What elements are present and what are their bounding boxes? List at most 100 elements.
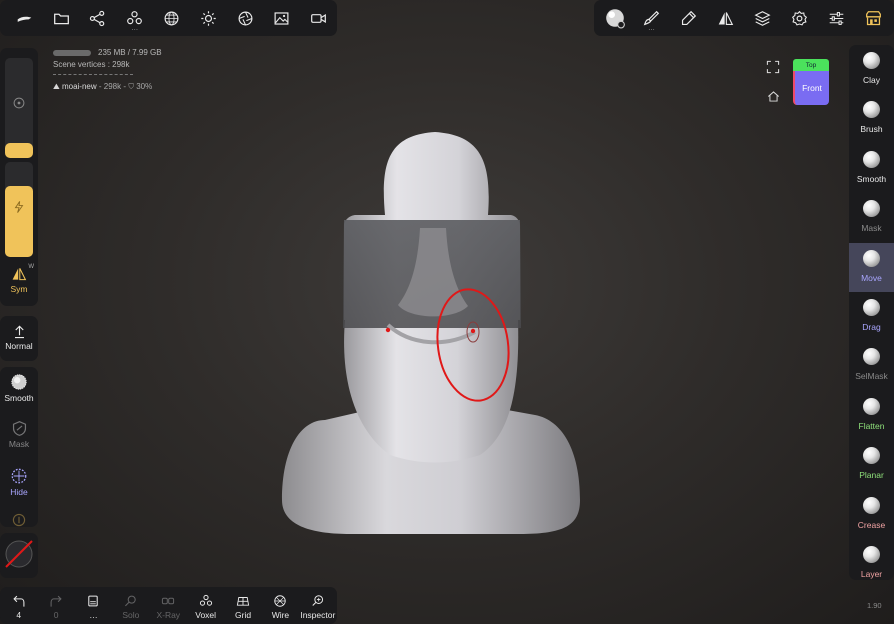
store-button[interactable] <box>855 0 892 36</box>
normal-button[interactable]: Normal <box>0 324 38 351</box>
voxel-label: Voxel <box>195 610 217 620</box>
hide-quick-button[interactable]: Hide <box>0 467 38 497</box>
color-picker-button[interactable] <box>0 539 38 569</box>
tool-sphere-icon <box>863 200 880 218</box>
tool-clay[interactable]: Clay <box>849 45 894 94</box>
moai-model-render <box>282 132 580 534</box>
smooth-quick-button[interactable]: Smooth <box>0 373 38 403</box>
history-button[interactable]: … <box>75 587 112 624</box>
undo-button[interactable]: 4 <box>0 587 37 624</box>
background-image-button[interactable] <box>263 0 300 36</box>
active-mesh[interactable]: ⛰ moai-new - 298k - ⛉ 30% <box>53 81 162 93</box>
pointer-arrow-button[interactable] <box>6 0 43 36</box>
xray-glasses-icon <box>162 597 175 605</box>
tool-flatten[interactable]: Flatten <box>849 391 894 440</box>
tool-sphere-icon <box>863 348 880 366</box>
voxel-icon <box>199 594 212 606</box>
interface-settings-button[interactable] <box>818 0 855 36</box>
more-dots: … <box>648 25 655 32</box>
stroke-pen-icon <box>681 10 697 25</box>
primitives-button[interactable]: … <box>116 0 153 36</box>
lighting-button[interactable] <box>190 0 227 36</box>
wire-button[interactable]: Wire <box>262 587 299 624</box>
files-button[interactable] <box>43 0 80 36</box>
tool-label: Layer <box>860 569 883 579</box>
home-icon[interactable] <box>767 90 780 103</box>
solo-label: Solo <box>122 610 140 620</box>
stroke-button[interactable] <box>670 0 707 36</box>
tool-planar[interactable]: Planar <box>849 440 894 489</box>
tool-crease[interactable]: Crease <box>849 490 894 539</box>
redo-count: 0 <box>53 610 59 620</box>
more-dots: … <box>131 25 139 32</box>
tool-label: Mask <box>861 223 882 234</box>
memory-bar <box>53 49 91 56</box>
settings-button[interactable] <box>781 0 818 36</box>
camera-button[interactable] <box>300 0 337 36</box>
left-normal-panel: Normal <box>0 316 38 361</box>
view-cube-front[interactable]: Front <box>793 71 829 105</box>
left-sliders-panel: Sym W <box>0 48 38 306</box>
settings-gear-icon <box>791 10 808 26</box>
voxel-button[interactable]: Voxel <box>187 587 224 624</box>
mesh-icon: ⛰ <box>53 82 60 91</box>
radius-slider[interactable] <box>5 58 33 158</box>
more-dots: … <box>89 610 98 620</box>
more-tools-button[interactable] <box>0 512 38 528</box>
tool-smooth[interactable]: Smooth <box>849 144 894 193</box>
redo-button[interactable]: 0 <box>37 587 74 624</box>
tool-layer[interactable]: Layer <box>849 539 894 580</box>
mesh-name: moai-new <box>61 82 97 91</box>
tool-sphere-icon <box>863 150 880 168</box>
layers-button[interactable] <box>744 0 781 36</box>
magnifier-icon <box>124 595 136 607</box>
tool-label: Planar <box>859 470 884 481</box>
mask-quick-button[interactable]: Mask <box>0 420 38 449</box>
tool-drag[interactable]: Drag <box>849 292 894 341</box>
inspector-button[interactable]: Inspector <box>299 587 336 624</box>
intensity-slider-fill <box>5 185 33 257</box>
inspector-label: Inspector <box>300 610 336 620</box>
sym-button[interactable]: Sym W <box>0 264 38 294</box>
normal-label: Normal <box>5 341 33 351</box>
material-button[interactable] <box>596 0 633 36</box>
tool-label: Smooth <box>856 173 887 184</box>
app-version: 1.90 <box>867 601 882 610</box>
fullscreen-icon[interactable] <box>766 60 780 74</box>
undo-count: 4 <box>16 610 22 620</box>
topology-button[interactable] <box>153 0 190 36</box>
arrow-up-icon <box>14 325 24 339</box>
intensity-slider[interactable] <box>5 162 33 257</box>
tool-label: Drag <box>862 322 881 332</box>
view-cube[interactable]: Top Front <box>793 59 829 105</box>
scene-graph-icon <box>90 10 105 26</box>
symmetry-button[interactable] <box>707 0 744 36</box>
xray-label: X-Ray <box>156 610 181 620</box>
wireframe-sphere-icon <box>164 11 179 25</box>
postprocess-button[interactable] <box>227 0 264 36</box>
tool-selmask[interactable]: SelMask <box>849 341 894 390</box>
undo-arrow-icon <box>13 595 25 607</box>
target-icon <box>13 97 25 109</box>
paint-button[interactable]: … <box>633 0 670 36</box>
scene-button[interactable] <box>80 0 117 36</box>
layers-icon <box>754 10 771 26</box>
tool-mask[interactable]: Mask <box>849 193 894 242</box>
tool-brush[interactable]: Brush <box>849 94 894 143</box>
tool-label: SelMask <box>855 371 888 382</box>
solo-button[interactable]: Solo <box>112 587 149 624</box>
tool-move[interactable]: Move <box>849 242 894 292</box>
history-stack-icon <box>88 595 99 607</box>
xray-button[interactable]: X-Ray <box>150 587 187 624</box>
tool-sphere-icon <box>863 546 880 563</box>
grid-button[interactable]: Grid <box>224 587 261 624</box>
lighting-sun-icon <box>201 10 216 26</box>
top-toolbar-right: … <box>594 0 894 36</box>
mesh-details: - 298k - <box>96 82 129 91</box>
store-icon <box>866 10 881 25</box>
tool-sphere-icon <box>863 52 880 69</box>
image-icon <box>274 11 289 25</box>
info-separator <box>53 74 133 75</box>
symmetry-icon <box>12 268 27 281</box>
aperture-icon <box>238 11 253 25</box>
